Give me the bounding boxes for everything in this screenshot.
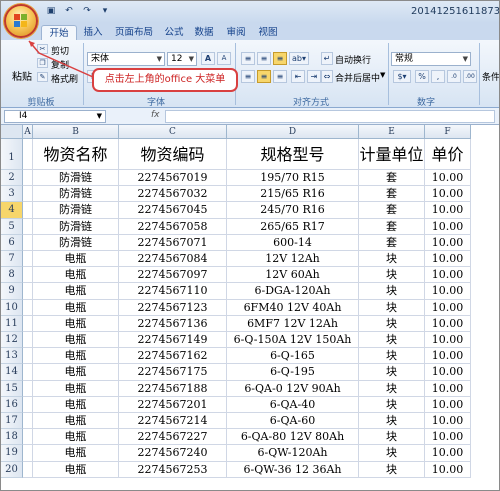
callout-arrow-line [28, 40, 94, 78]
callout-arrow [28, 40, 94, 78]
excel-window: ▣ ↶ ↷ ▾ 20141251611873 开始 插入 页面布局 公式 数据 … [0, 0, 500, 491]
callout-note: 点击左上角的office 大菜单 [92, 68, 238, 92]
